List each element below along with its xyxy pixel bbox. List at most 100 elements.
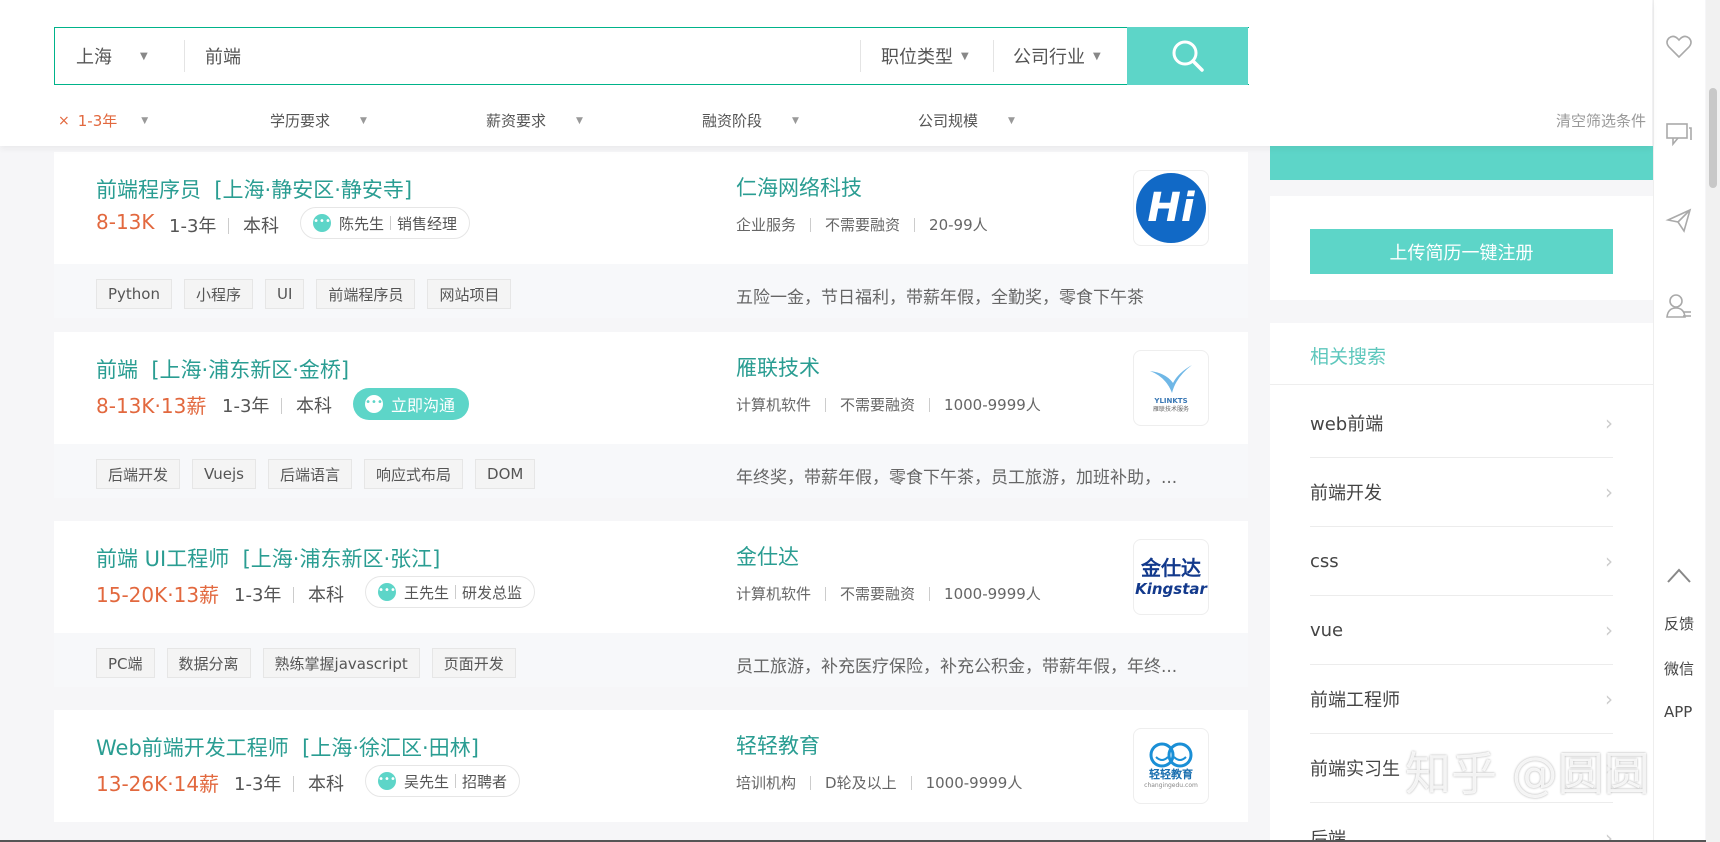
upload-resume-button[interactable]: 上传简历一键注册 bbox=[1310, 229, 1613, 274]
company-name-link[interactable]: 金仕达 bbox=[736, 541, 799, 571]
job-title-link[interactable]: Web前端开发工程师 [上海·徐汇区·田林] bbox=[96, 732, 479, 762]
company-funding: 不需要融资 bbox=[840, 396, 916, 414]
divider bbox=[455, 774, 457, 788]
related-search-label: 前端工程师 bbox=[1310, 690, 1400, 711]
job-type-select[interactable]: 职位类型 ▼ bbox=[881, 28, 969, 84]
filter-education[interactable]: 学历要求 ▼ bbox=[270, 110, 367, 131]
divider bbox=[1270, 384, 1653, 385]
skill-tag: UI bbox=[265, 279, 305, 309]
job-card[interactable]: 前端程序员 [上海·静安区·静安寺] 8-13K 1-3年 本科 ••• 陈先生… bbox=[54, 152, 1248, 324]
sidebar-banner bbox=[1270, 146, 1653, 180]
divider bbox=[293, 776, 294, 792]
company-logo[interactable]: 轻轻教育 changingedu.com bbox=[1133, 728, 1209, 804]
search-box: 上海 ▼ 前端 职位类型 ▼ 公司行业 ▼ bbox=[54, 27, 1249, 85]
hr-contact-chip[interactable]: ••• 陈先生 销售经理 bbox=[300, 207, 471, 239]
skill-tag: PC端 bbox=[96, 648, 155, 678]
logo-text: YLINKTS bbox=[1154, 396, 1188, 405]
industry-select[interactable]: 公司行业 ▼ bbox=[1013, 28, 1101, 84]
company-logo[interactable]: Hi bbox=[1133, 170, 1209, 246]
chat-icon[interactable] bbox=[1665, 120, 1693, 148]
job-card[interactable]: 前端 UI工程师 [上海·浦东新区·张江] 15-20K·13薪 1-3年 本科… bbox=[54, 521, 1248, 693]
back-to-top-icon[interactable] bbox=[1665, 562, 1693, 590]
company-name-link[interactable]: 轻轻教育 bbox=[736, 730, 820, 760]
skill-tag: 后端开发 bbox=[96, 459, 181, 489]
search-button[interactable] bbox=[1127, 27, 1248, 85]
related-search-item[interactable]: web前端 › bbox=[1310, 389, 1613, 458]
related-search-item[interactable]: 后端 › bbox=[1310, 803, 1613, 842]
job-education: 本科 bbox=[308, 774, 344, 795]
chat-now-button[interactable]: ••• 立即沟通 bbox=[353, 388, 470, 420]
zhihu-watermark: 知乎 @圆圆 bbox=[1405, 747, 1650, 801]
related-search-label: css bbox=[1310, 550, 1339, 572]
job-title-link[interactable]: 前端 UI工程师 [上海·浦东新区·张江] bbox=[96, 543, 440, 573]
smile-logo-icon bbox=[1149, 742, 1193, 768]
caret-down-icon: ▼ bbox=[360, 115, 367, 126]
company-logo[interactable]: 金仕达 Kingstar bbox=[1133, 539, 1209, 615]
filter-funding-label: 融资阶段 bbox=[702, 112, 763, 130]
job-salary: 8-13K bbox=[96, 210, 155, 234]
feedback-link[interactable]: 反馈 bbox=[1664, 613, 1694, 634]
remove-filter-icon[interactable]: × bbox=[58, 113, 70, 129]
user-icon[interactable] bbox=[1665, 292, 1693, 320]
search-input[interactable]: 前端 bbox=[205, 28, 905, 84]
filter-size[interactable]: 公司规模 ▼ bbox=[918, 110, 1015, 131]
hr-role: 销售经理 bbox=[397, 214, 458, 233]
caret-down-icon: ▼ bbox=[141, 115, 149, 126]
scrollbar-thumb[interactable] bbox=[1709, 88, 1717, 188]
job-salary: 13-26K·14薪 bbox=[96, 772, 220, 796]
hr-contact-chip[interactable]: ••• 王先生 研发总监 bbox=[365, 576, 536, 608]
divider bbox=[810, 217, 812, 232]
job-card[interactable]: Web前端开发工程师 [上海·徐汇区·田林] 13-26K·14薪 1-3年 本… bbox=[54, 710, 1248, 842]
job-education: 本科 bbox=[308, 585, 344, 606]
related-search-item[interactable]: 前端开发 › bbox=[1310, 458, 1613, 527]
company-size: 20-99人 bbox=[929, 216, 988, 234]
job-experience: 1-3年 bbox=[234, 585, 282, 606]
divider bbox=[914, 217, 916, 232]
company-funding: 不需要融资 bbox=[840, 585, 916, 603]
hr-role: 招聘者 bbox=[462, 772, 508, 791]
divider bbox=[293, 587, 294, 603]
job-title-link[interactable]: 前端 [上海·浦东新区·金桥] bbox=[96, 354, 349, 384]
heart-icon[interactable] bbox=[1665, 33, 1693, 61]
company-logo[interactable]: YLINKTS 雁联技术服务 bbox=[1133, 350, 1209, 426]
job-experience: 1-3年 bbox=[222, 396, 270, 417]
chat-bubble-icon: ••• bbox=[378, 583, 396, 601]
clear-filters-link[interactable]: 清空筛选条件 bbox=[1556, 110, 1646, 131]
filter-experience-label: 1-3年 bbox=[77, 112, 118, 130]
skill-tag: Vuejs bbox=[192, 459, 256, 489]
caret-down-icon: ▼ bbox=[1093, 50, 1101, 62]
divider bbox=[455, 585, 457, 599]
chat-bubble-icon: ••• bbox=[365, 395, 383, 413]
job-card[interactable]: 前端 [上海·浦东新区·金桥] 8-13K·13薪 1-3年 本科 ••• 立即… bbox=[54, 332, 1248, 504]
benefits-text: 年终奖，带薪年假，零食下午茶，员工旅游，加班补助，... bbox=[736, 468, 1178, 488]
city-select[interactable]: 上海 ▼ bbox=[76, 28, 166, 84]
job-salary: 15-20K·13薪 bbox=[96, 583, 220, 607]
job-card-main bbox=[54, 332, 1248, 444]
company-industry: 计算机软件 bbox=[736, 396, 812, 414]
divider bbox=[825, 397, 827, 412]
job-title: 前端 UI工程师 bbox=[96, 547, 230, 571]
filter-experience[interactable]: × 1-3年 ▼ bbox=[58, 110, 148, 131]
company-name-link[interactable]: 仁海网络科技 bbox=[736, 172, 862, 202]
app-link[interactable]: APP bbox=[1664, 703, 1692, 721]
related-search-item[interactable]: css › bbox=[1310, 527, 1613, 596]
related-search-item[interactable]: 前端工程师 › bbox=[1310, 665, 1613, 734]
wechat-link[interactable]: 微信 bbox=[1664, 658, 1694, 679]
job-title-link[interactable]: 前端程序员 [上海·静安区·静安寺] bbox=[96, 174, 412, 204]
hr-contact-chip[interactable]: ••• 吴先生 招聘者 bbox=[365, 765, 521, 797]
hr-name: 陈先生 bbox=[339, 214, 385, 233]
job-salary: 8-13K·13薪 bbox=[96, 394, 207, 418]
filter-funding[interactable]: 融资阶段 ▼ bbox=[702, 110, 799, 131]
job-title: 前端 bbox=[96, 358, 138, 382]
company-size: 1000-9999人 bbox=[944, 396, 1041, 414]
related-search-item[interactable]: vue › bbox=[1310, 596, 1613, 665]
company-size: 1000-9999人 bbox=[944, 585, 1041, 603]
filter-salary[interactable]: 薪资要求 ▼ bbox=[486, 110, 583, 131]
company-name-link[interactable]: 雁联技术 bbox=[736, 352, 820, 382]
logo-text: 金仕达 bbox=[1141, 556, 1201, 580]
company-industry: 培训机构 bbox=[736, 774, 797, 792]
divider bbox=[929, 586, 931, 601]
send-icon[interactable] bbox=[1665, 206, 1693, 234]
job-card-main bbox=[54, 710, 1248, 822]
job-title: 前端程序员 bbox=[96, 178, 201, 202]
